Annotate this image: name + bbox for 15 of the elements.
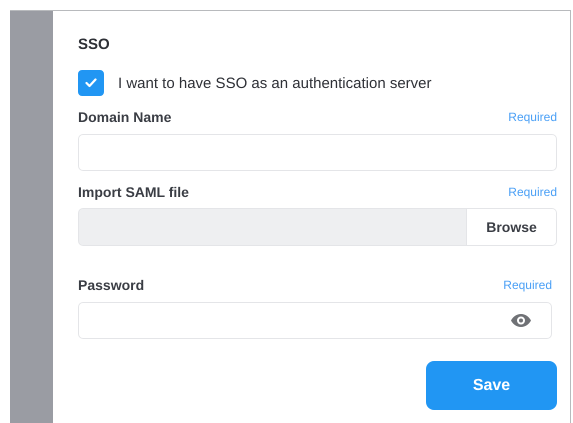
field-label: Import SAML file [78,184,189,200]
domain-name-field[interactable] [78,134,557,171]
field-label: Password [78,277,144,293]
checkmark-icon [85,78,97,88]
required-label: Required [508,185,557,199]
field-label: Domain Name [78,109,172,125]
required-label: Required [508,110,557,124]
file-field[interactable]: Browse [78,208,557,246]
required-label: Required [503,278,552,292]
section-title: SSO [78,36,111,54]
checkbox-label: I want to have SSO as an authentication server [118,74,432,92]
password-field[interactable] [78,302,552,339]
checkbox[interactable] [78,70,104,96]
browse-button[interactable]: Browse [466,209,556,245]
show-password-icon[interactable] [511,314,531,327]
